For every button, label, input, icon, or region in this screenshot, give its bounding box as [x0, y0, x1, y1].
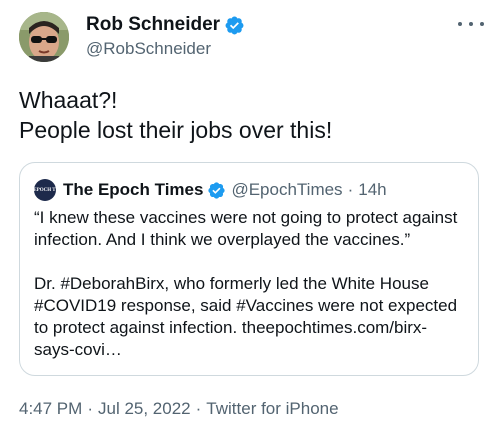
tweet-line: Whaaat?!	[19, 87, 118, 113]
quoted-tweet-header: THE EPOCH TIMES The Epoch Times @EpochTi…	[22, 179, 387, 201]
quote-line: #COVID19 response, said #Vaccines were n…	[34, 296, 458, 315]
logo-text: THE EPOCH TIMES	[21, 187, 69, 193]
verified-badge-icon	[208, 181, 226, 199]
quote-line: to protect against infection. theepochti…	[34, 318, 428, 337]
quoted-author-handle[interactable]: @EpochTimes	[231, 180, 342, 200]
more-dot	[469, 22, 473, 26]
separator: ·	[347, 180, 354, 199]
quote-line: “I knew these vaccines were not going to…	[34, 208, 458, 227]
quoted-tweet[interactable]: THE EPOCH TIMES The Epoch Times @EpochTi…	[19, 162, 479, 376]
separator: ·	[87, 399, 93, 418]
avatar[interactable]	[19, 12, 69, 62]
more-options-icon[interactable]	[458, 18, 484, 30]
tweet-line: People lost their jobs over this!	[19, 117, 333, 143]
more-dot	[480, 22, 484, 26]
tweet-source[interactable]: Twitter for iPhone	[206, 399, 338, 418]
author-name[interactable]: Rob Schneider	[86, 14, 220, 36]
quoted-author-name[interactable]: The Epoch Times	[63, 180, 203, 200]
epoch-times-logo[interactable]: THE EPOCH TIMES	[22, 179, 68, 201]
separator: ·	[195, 399, 202, 418]
avatar-photo	[19, 12, 69, 62]
more-dot	[458, 22, 462, 26]
tweet-card: Rob Schneider @RobSchneider Whaaat?! Peo…	[0, 0, 500, 434]
author-handle[interactable]: @RobSchneider	[86, 39, 245, 59]
tweet-text: Whaaat?! People lost their jobs over thi…	[19, 85, 489, 145]
quoted-tweet-time[interactable]: 14h	[358, 180, 386, 200]
quote-line: says-covi…	[34, 340, 122, 359]
author-name-row: Rob Schneider	[86, 14, 245, 36]
tweet-date[interactable]: Jul 25, 2022	[98, 399, 191, 418]
quote-line: Dr. #DeborahBirx, who formerly led the W…	[34, 274, 429, 293]
quoted-tweet-text: “I knew these vaccines were not going to…	[34, 207, 474, 361]
verified-badge-icon	[225, 16, 244, 34]
tweet-meta: 4:47 PM · Jul 25, 2022 · Twitter for iPhone	[19, 399, 339, 419]
quote-line: infection. And I think we overplayed the…	[34, 230, 411, 249]
tweet-time[interactable]: 4:47 PM	[19, 399, 82, 418]
author-block: Rob Schneider @RobSchneider	[86, 14, 245, 59]
